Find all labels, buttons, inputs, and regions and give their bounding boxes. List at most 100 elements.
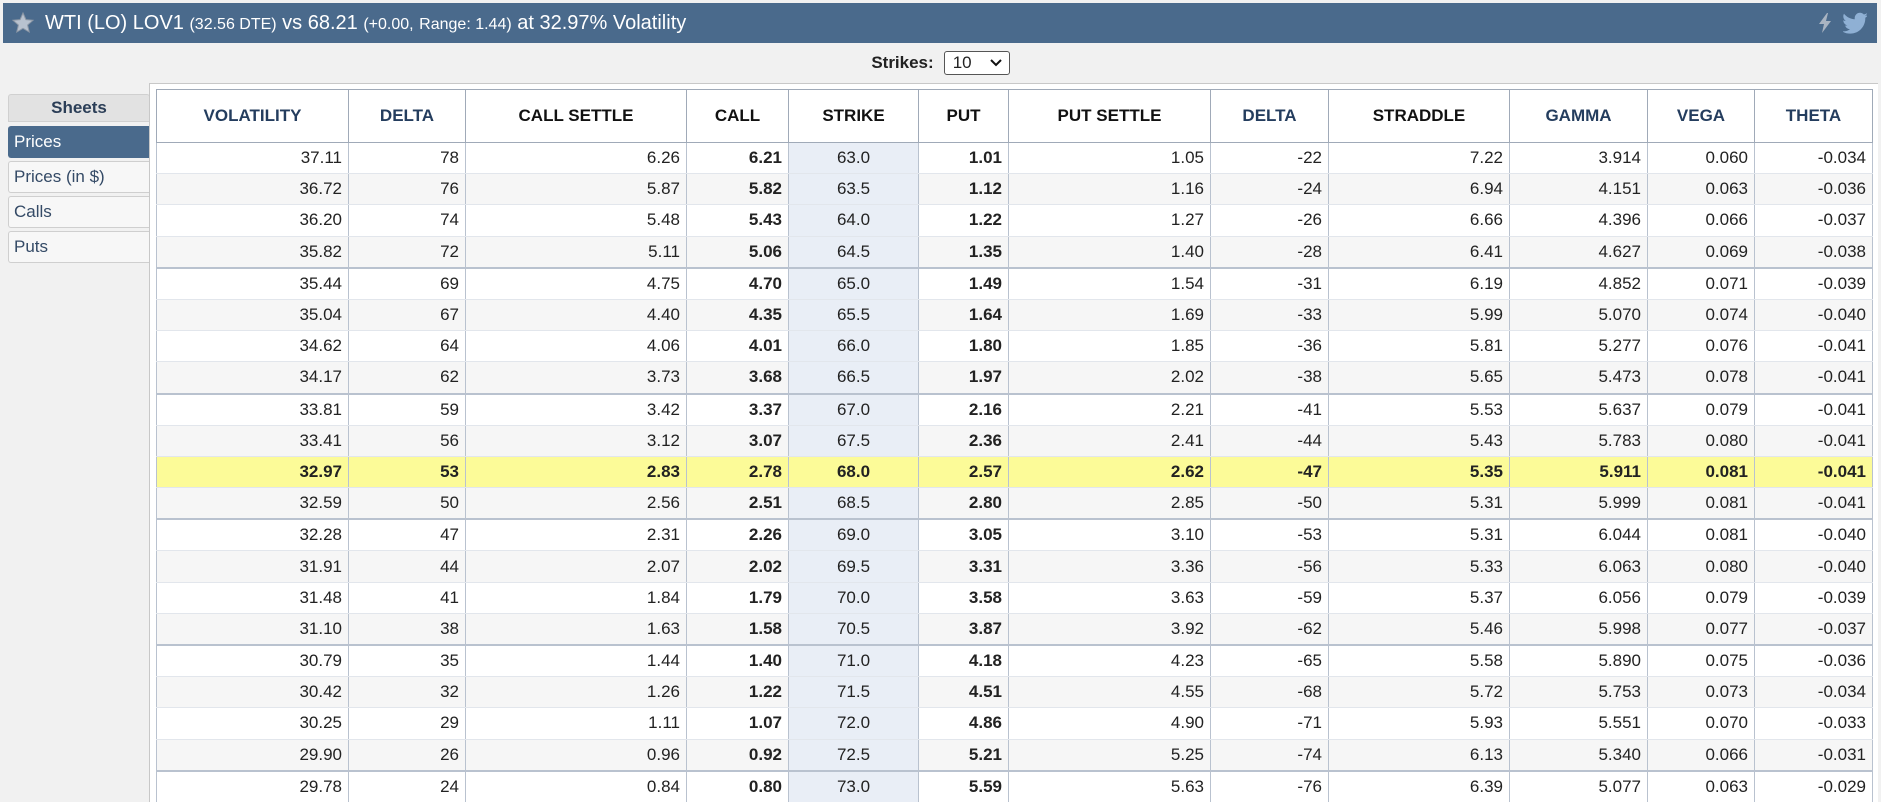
cell-call-delta: 53 [348, 456, 466, 489]
cell-call-delta: 35 [348, 645, 466, 678]
cell-theta: -0.040 [1754, 299, 1873, 332]
table-row[interactable]: 35.44 69 4.75 4.70 65.0 1.49 1.54 -31 6.19 4.852 0… [156, 267, 1873, 300]
table-row[interactable]: 29.90 26 0.96 0.92 72.5 5.21 5.25 -74 6.13 5.340 0… [156, 739, 1873, 772]
cell-volatility: 31.10 [156, 613, 349, 646]
table-row[interactable]: 36.72 76 5.87 5.82 63.5 1.12 1.16 -24 6.94 4.151 0… [156, 173, 1873, 206]
table-row[interactable]: 36.20 74 5.48 5.43 64.0 1.22 1.27 -26 6.66 4.396 0… [156, 204, 1873, 237]
table-row[interactable]: 33.41 56 3.12 3.07 67.5 2.36 2.41 -44 5.43 5.783 0… [156, 425, 1873, 457]
cell-gamma: 5.911 [1509, 456, 1648, 489]
cell-strike: 73.0 [788, 770, 919, 802]
header-volatility[interactable]: VOLATILITY [156, 89, 349, 143]
sheets-header: Sheets [8, 94, 150, 122]
cell-strike: 66.0 [788, 330, 919, 363]
cell-call: 5.06 [686, 236, 789, 269]
cell-put-delta: -50 [1210, 487, 1329, 521]
cell-put: 1.22 [918, 204, 1009, 237]
cell-gamma: 4.627 [1509, 236, 1648, 269]
table-row[interactable]: 30.42 32 1.26 1.22 71.5 4.51 4.55 -68 5.72 5.753 0… [156, 676, 1873, 709]
table-row[interactable]: 33.81 59 3.42 3.37 67.0 2.16 2.21 -41 5.53 5.637 0… [156, 393, 1873, 426]
cell-call-settle: 4.75 [465, 267, 687, 300]
cell-volatility: 34.17 [156, 361, 349, 395]
cell-put: 3.05 [918, 519, 1009, 552]
cell-put-delta: -36 [1210, 330, 1329, 363]
header-strike[interactable]: STRIKE [788, 89, 919, 143]
header-put-settle[interactable]: PUT SETTLE [1008, 89, 1211, 143]
cell-call: 2.02 [686, 550, 789, 583]
cell-put: 1.01 [918, 142, 1009, 175]
cell-theta: -0.033 [1754, 707, 1873, 740]
cell-put-settle: 3.36 [1008, 550, 1211, 583]
header-gamma[interactable]: GAMMA [1509, 89, 1648, 143]
table-row[interactable]: 30.25 29 1.11 1.07 72.0 4.86 4.90 -71 5.93 5.551 0… [156, 707, 1873, 740]
cell-call: 1.58 [686, 613, 789, 646]
header-vega[interactable]: VEGA [1647, 89, 1755, 143]
cell-put-settle: 2.62 [1008, 456, 1211, 489]
cell-call-settle: 1.63 [465, 613, 687, 646]
sheet-tab-prices-in[interactable]: Prices (in $) [8, 161, 150, 193]
title-dte: (32.56 DTE) [189, 15, 277, 33]
cell-call: 4.01 [686, 330, 789, 363]
cell-straddle: 6.39 [1328, 770, 1510, 802]
cell-theta: -0.036 [1754, 645, 1873, 678]
sheet-tab-calls[interactable]: Calls [8, 196, 150, 228]
table-row[interactable]: 37.11 78 6.26 6.21 63.0 1.01 1.05 -22 7.22 3.914 0… [156, 142, 1873, 175]
star-icon[interactable] [9, 9, 37, 37]
cell-call: 1.07 [686, 707, 789, 740]
cell-straddle: 5.46 [1328, 613, 1510, 646]
cell-put-settle: 4.23 [1008, 645, 1211, 678]
cell-call: 1.79 [686, 582, 789, 614]
cell-theta: -0.031 [1754, 739, 1873, 772]
table-row[interactable]: 35.04 67 4.40 4.35 65.5 1.64 1.69 -33 5.99 5.070 0… [156, 299, 1873, 332]
cell-straddle: 5.37 [1328, 582, 1510, 614]
cell-vega: 0.081 [1647, 519, 1755, 552]
sheet-tab-puts[interactable]: Puts [8, 231, 150, 263]
header-put-delta[interactable]: DELTA [1210, 89, 1329, 143]
cell-straddle: 5.58 [1328, 645, 1510, 678]
header-call-delta[interactable]: DELTA [348, 89, 466, 143]
strikes-select[interactable]: 10 [943, 51, 1010, 75]
table-row[interactable]: 31.48 41 1.84 1.79 70.0 3.58 3.63 -59 5.37 6.056 0… [156, 582, 1873, 614]
cell-strike: 69.0 [788, 519, 919, 552]
table-row[interactable]: 31.10 38 1.63 1.58 70.5 3.87 3.92 -62 5.46 5.998 0… [156, 613, 1873, 646]
header-straddle[interactable]: STRADDLE [1328, 89, 1510, 143]
cell-gamma: 5.753 [1509, 676, 1648, 709]
cell-call: 4.70 [686, 267, 789, 300]
header-put[interactable]: PUT [918, 89, 1009, 143]
header-call[interactable]: CALL [686, 89, 789, 143]
lightning-icon[interactable] [1813, 11, 1837, 35]
cell-call: 2.78 [686, 456, 789, 489]
cell-call-delta: 50 [348, 487, 466, 521]
cell-straddle: 6.94 [1328, 173, 1510, 206]
cell-volatility: 32.28 [156, 519, 349, 552]
table-row[interactable]: 34.62 64 4.06 4.01 66.0 1.80 1.85 -36 5.81 5.277 0… [156, 330, 1873, 363]
twitter-icon[interactable] [1843, 11, 1867, 35]
sheet-tab-prices[interactable]: Prices [8, 126, 150, 158]
cell-vega: 0.074 [1647, 299, 1755, 332]
header-call-settle[interactable]: CALL SETTLE [465, 89, 687, 143]
cell-straddle: 6.19 [1328, 267, 1510, 300]
cell-volatility: 30.79 [156, 645, 349, 678]
cell-volatility: 36.20 [156, 204, 349, 237]
table-row[interactable]: 34.17 62 3.73 3.68 66.5 1.97 2.02 -38 5.65 5.473 0… [156, 361, 1873, 395]
header-theta[interactable]: THETA [1754, 89, 1873, 143]
cell-straddle: 5.31 [1328, 487, 1510, 521]
cell-call-delta: 41 [348, 582, 466, 614]
cell-put: 5.59 [918, 770, 1009, 802]
table-row[interactable]: 30.79 35 1.44 1.40 71.0 4.18 4.23 -65 5.58 5.890 0… [156, 645, 1873, 678]
title-actions [1813, 11, 1867, 35]
table-row[interactable]: 32.97 53 2.83 2.78 68.0 2.57 2.62 -47 5.35 5.911 0… [156, 456, 1873, 489]
cell-put-settle: 5.25 [1008, 739, 1211, 772]
cell-volatility: 29.90 [156, 739, 349, 772]
cell-put: 1.64 [918, 299, 1009, 332]
table-row[interactable]: 32.28 47 2.31 2.26 69.0 3.05 3.10 -53 5.31 6.044 0… [156, 519, 1873, 552]
cell-put: 1.97 [918, 361, 1009, 395]
table-row[interactable]: 32.59 50 2.56 2.51 68.5 2.80 2.85 -50 5.31 5.999 0… [156, 487, 1873, 521]
cell-straddle: 7.22 [1328, 142, 1510, 175]
cell-put-delta: -41 [1210, 393, 1329, 426]
cell-straddle: 6.41 [1328, 236, 1510, 269]
table-row[interactable]: 31.91 44 2.07 2.02 69.5 3.31 3.36 -56 5.33 6.063 0… [156, 550, 1873, 583]
table-row[interactable]: 35.82 72 5.11 5.06 64.5 1.35 1.40 -28 6.41 4.627 0… [156, 236, 1873, 269]
cell-put-delta: -28 [1210, 236, 1329, 269]
cell-call-settle: 2.83 [465, 456, 687, 489]
table-row[interactable]: 29.78 24 0.84 0.80 73.0 5.59 5.63 -76 6.39 5.077 0… [156, 770, 1873, 802]
